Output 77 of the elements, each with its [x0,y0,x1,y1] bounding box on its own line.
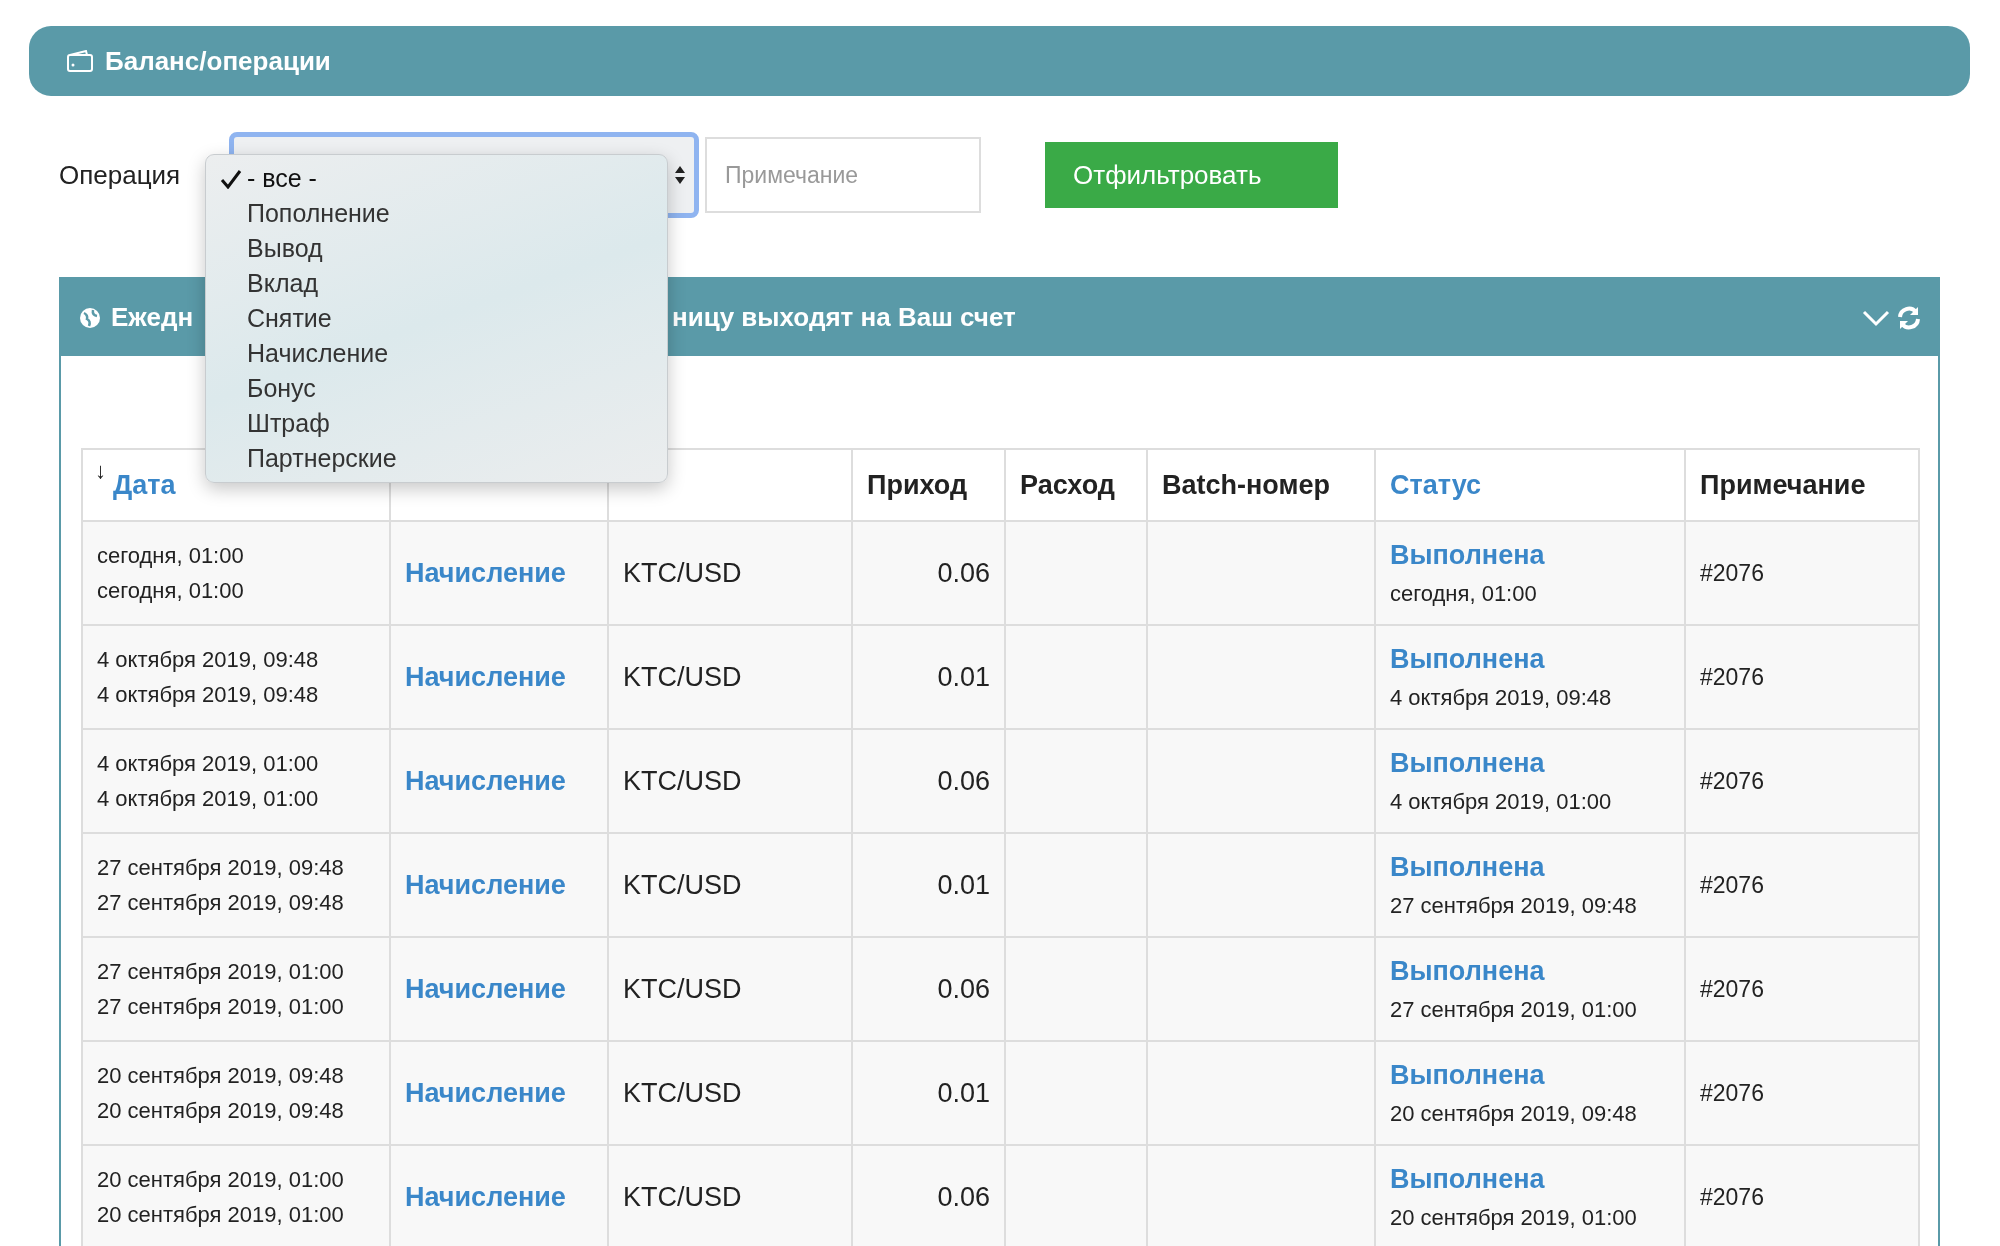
date-text: 27 сентября 2019, 01:00 [97,993,345,1021]
note-input-field[interactable]: Примечание [705,137,981,213]
column-header: Расход [1020,469,1115,500]
date-text: 4 октября 2019, 01:00 [97,750,320,778]
table-cell: KTC/USD [608,625,852,729]
date-text: 20 сентября 2019, 01:00 [97,1166,345,1194]
status-link[interactable]: Выполнена [1390,540,1545,571]
up-down-arrows-icon [674,164,686,186]
note-text: #2076 [1700,767,1764,794]
status-date-text: сегодня, 01:00 [1390,579,1538,608]
globe-icon [79,306,101,329]
column-sort-link[interactable]: Дата [113,469,176,500]
note-text: #2076 [1700,663,1764,690]
check-icon [219,168,242,189]
panel-title-start: Ежедн [111,301,194,334]
dropdown-option[interactable]: - все - [206,161,667,196]
table-cell: KTC/USD [608,1145,852,1246]
dropdown-option[interactable]: Бонус [206,371,667,406]
dropdown-option[interactable]: Снятие [206,301,667,336]
note-text: #2076 [1700,975,1764,1002]
sort-arrow-icon: ↓ [95,454,106,487]
table-cell: 0.01 [852,833,1005,937]
note-text: #2076 [1700,1183,1764,1210]
column-sort-link[interactable]: Статус [1390,469,1481,500]
date-text: 4 октября 2019, 09:48 [97,646,320,674]
note-text: #2076 [1700,559,1764,586]
operation-label: Операция [59,158,182,192]
date-text: 27 сентября 2019, 09:48 [97,854,345,882]
table-cell: 0.06 [852,729,1005,833]
dropdown-option[interactable]: Штраф [206,406,667,441]
dropdown-option[interactable]: Вклад [206,266,667,301]
table-cell: 0.06 [852,1145,1005,1246]
table-cell: 0.06 [852,521,1005,625]
page-title: Баланс/операции [105,44,331,78]
status-date-text: 27 сентября 2019, 01:00 [1390,995,1638,1024]
table-cell: KTC/USD [608,937,852,1041]
table-cell: 0.01 [852,1041,1005,1145]
refresh-icon[interactable] [1896,304,1922,331]
status-date-text: 27 сентября 2019, 09:48 [1390,891,1638,920]
dropdown-option[interactable]: Пополнение [206,196,667,231]
table-cell: KTC/USD [608,833,852,937]
date-text: 20 сентября 2019, 09:48 [97,1062,345,1090]
status-link[interactable]: Выполнена [1390,1164,1545,1195]
chevron-down-icon[interactable] [1862,308,1890,327]
status-date-text: 4 октября 2019, 09:48 [1390,683,1613,712]
column-header: Batch-номер [1162,469,1330,500]
dropdown-option[interactable]: Партнерские [206,441,667,476]
status-link[interactable]: Выполнена [1390,644,1545,675]
note-text: #2076 [1700,1079,1764,1106]
date-text: 4 октября 2019, 01:00 [97,785,320,813]
status-link[interactable]: Выполнена [1390,956,1545,987]
table-cell: KTC/USD [608,729,852,833]
column-header: Приход [867,469,968,500]
dropdown-option[interactable]: Вывод [206,231,667,266]
table-cell: KTC/USD [608,521,852,625]
status-link[interactable]: Выполнена [1390,748,1545,779]
column-header: Примечание [1700,469,1866,500]
dropdown-option[interactable]: Начисление [206,336,667,371]
status-link[interactable]: Выполнена [1390,1060,1545,1091]
status-date-text: 20 сентября 2019, 09:48 [1390,1099,1638,1128]
date-text: 4 октября 2019, 09:48 [97,681,320,709]
date-text: 27 сентября 2019, 01:00 [97,958,345,986]
date-text: 27 сентября 2019, 09:48 [97,889,345,917]
date-text: 20 сентября 2019, 09:48 [97,1097,345,1125]
status-link[interactable]: Выполнена [1390,852,1545,883]
table-cell: 0.06 [852,937,1005,1041]
table-cell: KTC/USD [608,1041,852,1145]
status-date-text: 4 октября 2019, 01:00 [1390,787,1613,816]
table-cell: 0.01 [852,625,1005,729]
note-text: #2076 [1700,871,1764,898]
wallet-icon [67,50,93,72]
filter-button[interactable]: Отфильтровать [1045,142,1338,208]
status-date-text: 20 сентября 2019, 01:00 [1390,1203,1638,1232]
date-text: сегодня, 01:00 [97,542,245,570]
date-text: 20 сентября 2019, 01:00 [97,1201,345,1229]
date-text: сегодня, 01:00 [97,577,245,605]
panel-title-end: ницу выходят на Ваш счет [672,301,1016,334]
